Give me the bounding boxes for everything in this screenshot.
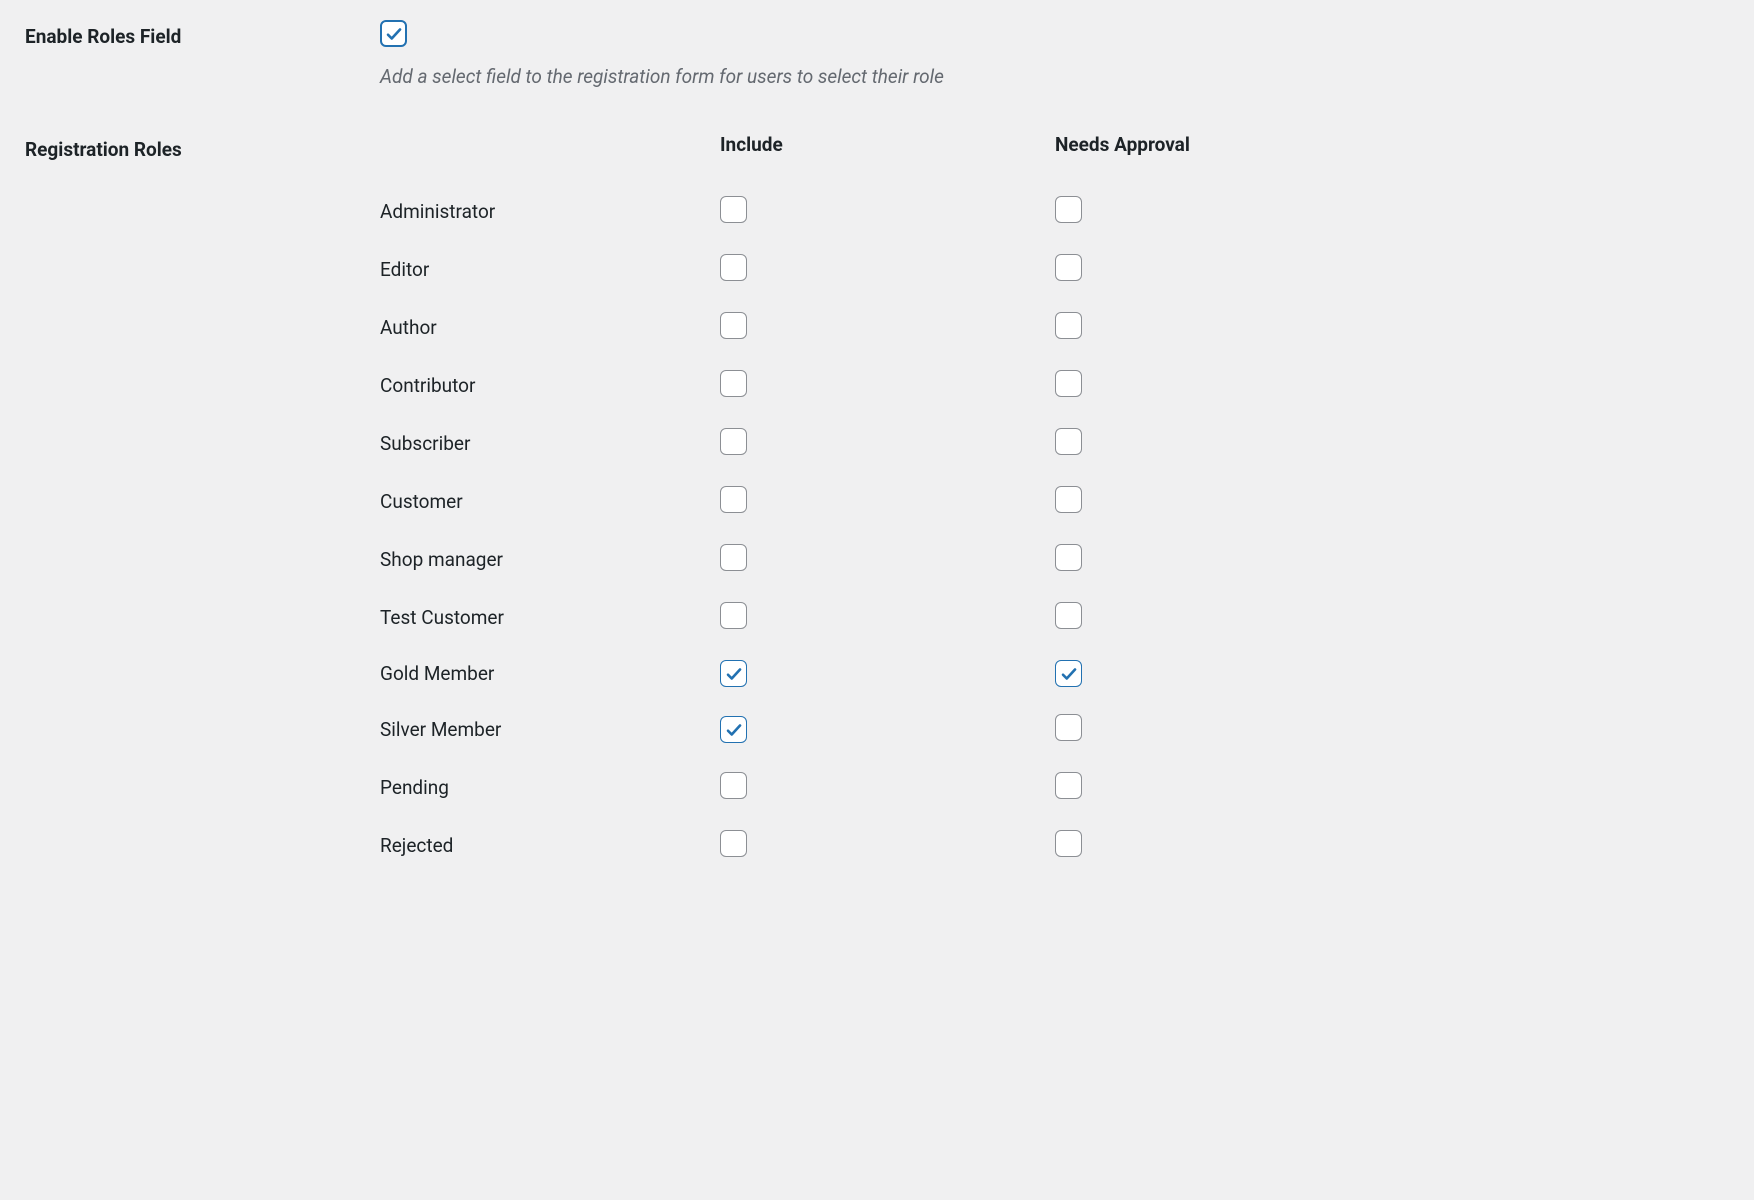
role-row: Author bbox=[380, 312, 1729, 343]
role-row: Editor bbox=[380, 254, 1729, 285]
role-include-checkbox[interactable] bbox=[720, 196, 747, 223]
role-row: Gold Member bbox=[380, 660, 1729, 687]
role-include-checkbox[interactable] bbox=[720, 660, 747, 687]
role-row: Contributor bbox=[380, 370, 1729, 401]
role-include-col bbox=[720, 196, 1055, 227]
roles-table-body: Administrator Editor Author Contributor Subs… bbox=[380, 196, 1729, 861]
role-approval-col bbox=[1055, 312, 1082, 343]
role-row: Test Customer bbox=[380, 602, 1729, 633]
registration-roles-label: Registration Roles bbox=[25, 138, 182, 161]
role-name: Shop manager bbox=[380, 548, 720, 571]
role-include-checkbox[interactable] bbox=[720, 486, 747, 513]
check-icon bbox=[725, 665, 743, 683]
role-include-checkbox[interactable] bbox=[720, 772, 747, 799]
role-include-col bbox=[720, 428, 1055, 459]
role-include-checkbox[interactable] bbox=[720, 830, 747, 857]
role-include-checkbox[interactable] bbox=[720, 716, 747, 743]
role-approval-checkbox[interactable] bbox=[1055, 254, 1082, 281]
role-row: Customer bbox=[380, 486, 1729, 517]
registration-roles-row: Registration Roles Include Needs Approva… bbox=[25, 133, 1729, 888]
check-icon bbox=[385, 25, 403, 43]
role-include-col bbox=[720, 544, 1055, 575]
role-include-col bbox=[720, 716, 1055, 743]
role-name: Customer bbox=[380, 490, 720, 513]
role-approval-checkbox[interactable] bbox=[1055, 428, 1082, 455]
role-approval-col bbox=[1055, 660, 1082, 687]
role-name: Author bbox=[380, 316, 720, 339]
role-include-col bbox=[720, 602, 1055, 633]
check-icon bbox=[1060, 665, 1078, 683]
role-include-col bbox=[720, 660, 1055, 687]
role-name: Pending bbox=[380, 776, 720, 799]
role-include-col bbox=[720, 254, 1055, 285]
role-row: Rejected bbox=[380, 830, 1729, 861]
role-include-checkbox[interactable] bbox=[720, 544, 747, 571]
role-approval-col bbox=[1055, 254, 1082, 285]
role-row: Administrator bbox=[380, 196, 1729, 227]
role-include-col bbox=[720, 312, 1055, 343]
role-approval-checkbox[interactable] bbox=[1055, 772, 1082, 799]
enable-roles-field-col: Add a select field to the registration f… bbox=[380, 20, 1729, 88]
role-include-col bbox=[720, 772, 1055, 803]
enable-roles-description: Add a select field to the registration f… bbox=[380, 65, 1729, 88]
role-approval-col bbox=[1055, 196, 1082, 227]
role-approval-checkbox[interactable] bbox=[1055, 196, 1082, 223]
enable-roles-checkbox[interactable] bbox=[380, 20, 407, 47]
role-include-checkbox[interactable] bbox=[720, 602, 747, 629]
role-name: Rejected bbox=[380, 834, 720, 857]
role-include-checkbox[interactable] bbox=[720, 312, 747, 339]
role-include-checkbox[interactable] bbox=[720, 428, 747, 455]
roles-table-header: Include Needs Approval bbox=[380, 133, 1729, 156]
col-header-approval: Needs Approval bbox=[1055, 133, 1190, 156]
enable-roles-label: Enable Roles Field bbox=[25, 25, 181, 48]
role-name: Test Customer bbox=[380, 606, 720, 629]
role-row: Subscriber bbox=[380, 428, 1729, 459]
role-approval-col bbox=[1055, 544, 1082, 575]
role-approval-col bbox=[1055, 830, 1082, 861]
role-name: Subscriber bbox=[380, 432, 720, 455]
role-approval-checkbox[interactable] bbox=[1055, 830, 1082, 857]
role-approval-col bbox=[1055, 714, 1082, 745]
role-approval-checkbox[interactable] bbox=[1055, 544, 1082, 571]
role-approval-checkbox[interactable] bbox=[1055, 370, 1082, 397]
role-include-col bbox=[720, 370, 1055, 401]
role-approval-col bbox=[1055, 428, 1082, 459]
registration-roles-field-col: Include Needs Approval Administrator Edit… bbox=[380, 133, 1729, 888]
role-include-col bbox=[720, 486, 1055, 517]
enable-roles-label-col: Enable Roles Field bbox=[25, 20, 380, 48]
enable-roles-field-row: Enable Roles Field Add a select field to… bbox=[25, 20, 1729, 88]
role-row: Silver Member bbox=[380, 714, 1729, 745]
role-approval-checkbox[interactable] bbox=[1055, 312, 1082, 339]
role-approval-col bbox=[1055, 602, 1082, 633]
role-include-col bbox=[720, 830, 1055, 861]
role-name: Silver Member bbox=[380, 718, 720, 741]
role-approval-checkbox[interactable] bbox=[1055, 602, 1082, 629]
role-include-checkbox[interactable] bbox=[720, 254, 747, 281]
col-header-include: Include bbox=[720, 133, 1055, 156]
role-approval-col bbox=[1055, 370, 1082, 401]
role-approval-checkbox[interactable] bbox=[1055, 486, 1082, 513]
role-row: Pending bbox=[380, 772, 1729, 803]
roles-table: Include Needs Approval Administrator Edit… bbox=[380, 133, 1729, 861]
role-include-checkbox[interactable] bbox=[720, 370, 747, 397]
registration-roles-label-col: Registration Roles bbox=[25, 133, 380, 161]
role-approval-col bbox=[1055, 772, 1082, 803]
role-name: Administrator bbox=[380, 200, 720, 223]
role-name: Editor bbox=[380, 258, 720, 281]
role-approval-checkbox[interactable] bbox=[1055, 660, 1082, 687]
role-name: Gold Member bbox=[380, 662, 720, 685]
role-row: Shop manager bbox=[380, 544, 1729, 575]
role-approval-col bbox=[1055, 486, 1082, 517]
role-approval-checkbox[interactable] bbox=[1055, 714, 1082, 741]
check-icon bbox=[725, 721, 743, 739]
role-name: Contributor bbox=[380, 374, 720, 397]
